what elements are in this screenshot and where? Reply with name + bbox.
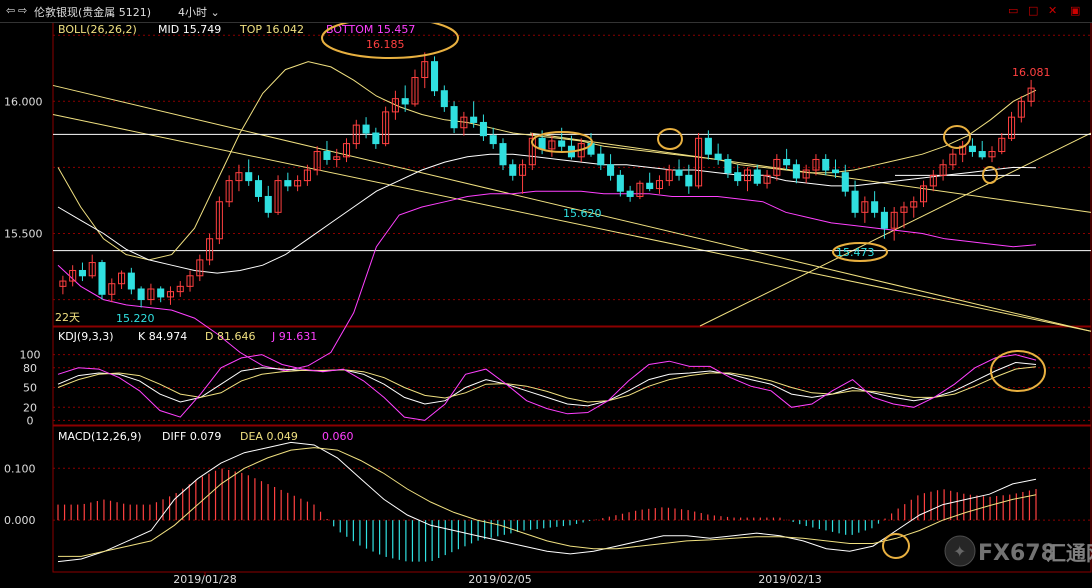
kdj-header[interactable]: KDJ(9,3,3) xyxy=(58,330,114,343)
candle-body xyxy=(489,135,497,145)
left-low-annotation: 15.220 xyxy=(116,312,155,325)
candle-body xyxy=(841,172,849,192)
candle-body xyxy=(558,140,566,147)
candle-body xyxy=(78,269,86,277)
high-annotation: 16.185 xyxy=(366,38,405,51)
candle-body xyxy=(880,211,888,229)
candle-body xyxy=(450,106,458,129)
macd-tick-label: 0.100 xyxy=(4,462,36,475)
candle-body xyxy=(98,262,106,295)
low1-annotation: 15.620 xyxy=(563,207,602,220)
period-label: 4小时 xyxy=(178,6,207,19)
back-icon[interactable]: ⇦ xyxy=(6,4,15,17)
kdj-d-label: D 81.646 xyxy=(205,330,255,343)
candle-body xyxy=(127,272,135,290)
candle-body xyxy=(372,132,380,145)
candle-body xyxy=(831,169,840,174)
chevron-down-icon: ⌄ xyxy=(210,6,220,19)
kdj-tick-label: 20 xyxy=(23,401,37,414)
chart-canvas: 16.00015.50002050801000.1000.0002019/01/… xyxy=(0,0,1092,588)
close-icon[interactable]: ✕ xyxy=(1048,4,1057,17)
candle-body xyxy=(968,145,976,153)
toolbar: ⇦ ⇨ 伦敦银现(贵金属 5121) 4小时 ⌄ ▭ □ ✕ ▣ xyxy=(0,0,1092,23)
price-tick-label: 16.000 xyxy=(4,95,43,108)
candle-body xyxy=(685,174,693,187)
candle-body xyxy=(851,190,859,213)
boll-mid-label: MID 15.749 xyxy=(158,23,221,36)
boll-top-label: TOP 16.042 xyxy=(239,23,304,36)
candle-body xyxy=(714,153,722,160)
candle-body xyxy=(538,137,546,150)
kdj-tick-label: 50 xyxy=(23,382,37,395)
candle-body xyxy=(137,288,145,301)
watermark: ✦ FX678 汇通网 xyxy=(944,535,1092,567)
candle-body xyxy=(646,182,654,190)
candle-body xyxy=(724,158,732,174)
candle-body xyxy=(597,153,605,166)
kdj-tick-label: 80 xyxy=(23,362,37,375)
kdj-k-label: K 84.974 xyxy=(138,330,187,343)
candle-body xyxy=(626,190,634,197)
candle-body xyxy=(783,158,791,166)
watermark-brand: FX678 xyxy=(978,541,1056,566)
candle-body xyxy=(734,172,742,182)
candle-body xyxy=(978,151,986,158)
candle-body xyxy=(430,61,439,92)
candle-body xyxy=(440,90,448,108)
candle-body xyxy=(822,158,830,171)
macd-tick-label: 0.000 xyxy=(4,514,36,527)
watermark-cn: 汇通网 xyxy=(1046,541,1092,565)
candle-body xyxy=(607,164,615,176)
kdj-j-label: J 91.631 xyxy=(271,330,317,343)
candle-body xyxy=(254,180,263,197)
candle-body xyxy=(470,116,478,123)
price-tick-label: 15.500 xyxy=(4,227,43,240)
candle-body xyxy=(675,169,683,176)
period-select[interactable]: 4小时 ⌄ xyxy=(178,4,220,20)
forward-icon[interactable]: ⇨ xyxy=(18,4,27,17)
candle-body xyxy=(753,169,761,184)
svg-text:✦: ✦ xyxy=(953,542,966,561)
candle-body xyxy=(792,164,800,179)
window-restore-icon[interactable]: ▭ xyxy=(1008,4,1018,17)
macd-hist-label: 0.060 xyxy=(322,430,354,443)
boll-header[interactable]: BOLL(26,26,2) xyxy=(58,23,137,36)
candle-body xyxy=(264,195,272,213)
candle-body xyxy=(479,121,487,137)
candle-body xyxy=(323,151,331,160)
instrument-title: 伦敦银现(贵金属 5121) xyxy=(34,6,152,19)
candle-body xyxy=(499,143,507,166)
kdj-tick-label: 0 xyxy=(27,414,34,427)
pin-icon[interactable]: ▣ xyxy=(1070,4,1080,17)
macd-diff-label: DIFF 0.079 xyxy=(162,430,221,443)
kdj-tick-label: 100 xyxy=(20,349,41,362)
candle-body xyxy=(284,180,292,187)
candle-body xyxy=(362,124,370,134)
candle-body xyxy=(245,172,253,182)
candle-body xyxy=(871,201,879,213)
macd-dea-label: DEA 0.049 xyxy=(240,430,298,443)
candle-body xyxy=(704,137,712,155)
candle-body xyxy=(616,174,624,192)
candle-body xyxy=(401,98,409,105)
candle-body xyxy=(157,288,165,298)
days-annotation: 22天 xyxy=(55,311,80,324)
candle-body xyxy=(509,164,517,176)
last-high-annotation: 16.081 xyxy=(1012,66,1051,79)
window-maximize-icon[interactable]: □ xyxy=(1028,4,1038,17)
low2-annotation: 15.473 xyxy=(836,246,875,259)
macd-header[interactable]: MACD(12,26,9) xyxy=(58,430,142,443)
